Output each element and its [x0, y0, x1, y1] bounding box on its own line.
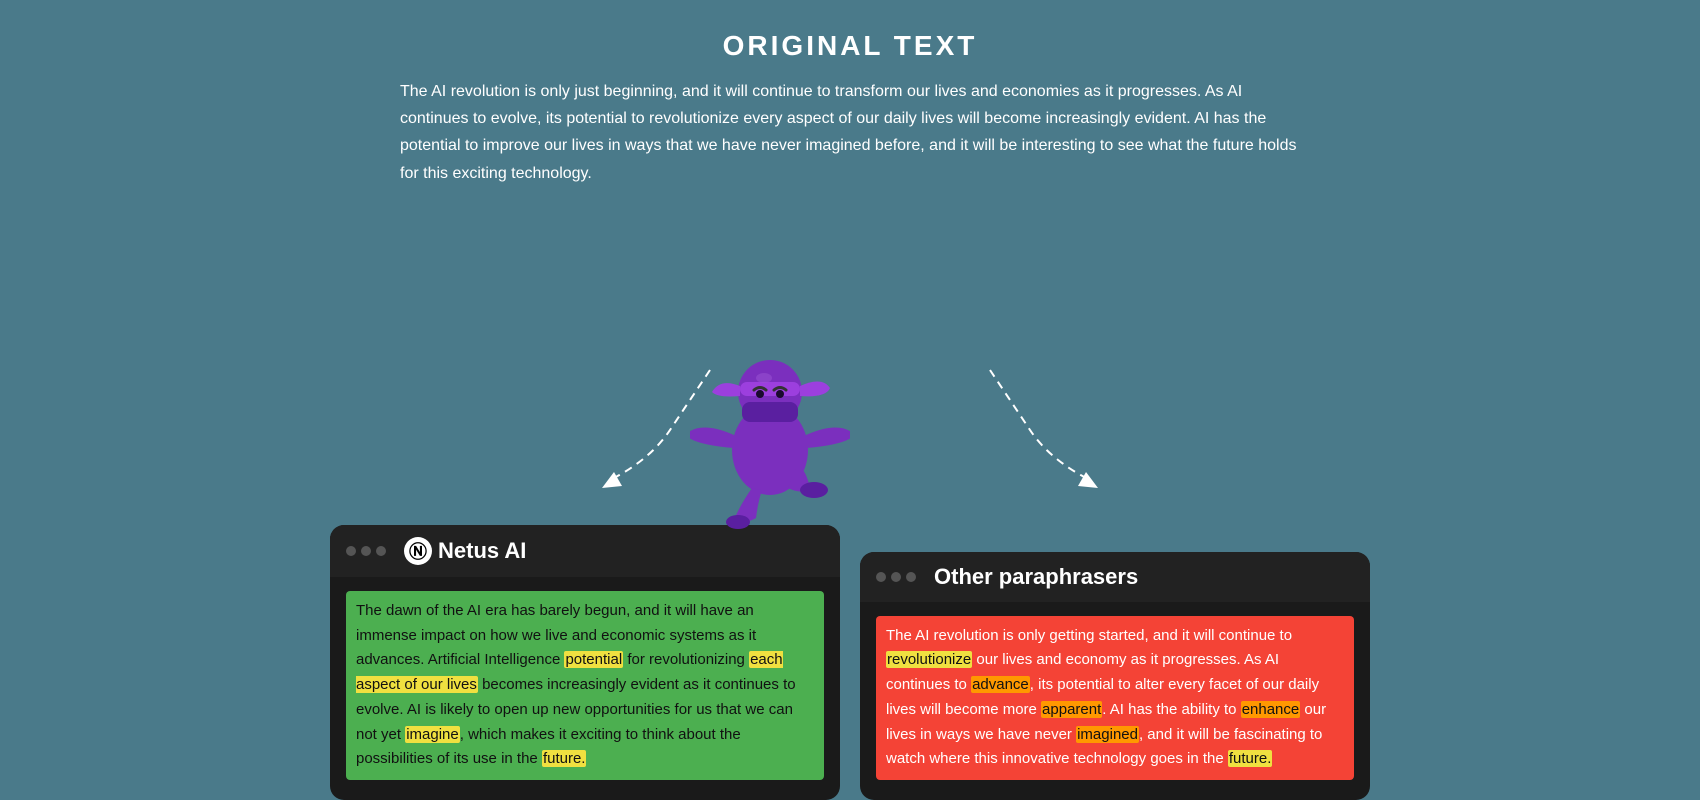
other-text-block: The AI revolution is only getting starte… — [876, 616, 1354, 781]
ninja-mascot — [690, 320, 850, 520]
highlight-advance: advance — [971, 676, 1030, 693]
panel-dots-netus — [346, 546, 386, 556]
dot-1 — [346, 546, 356, 556]
other-panel-content: The AI revolution is only getting starte… — [860, 602, 1370, 781]
arrow-right-icon — [970, 360, 1170, 490]
highlight-future-other: future. — [1228, 750, 1273, 767]
dot-6 — [906, 572, 916, 582]
dot-2 — [361, 546, 371, 556]
original-text: The AI revolution is only just beginning… — [400, 78, 1300, 187]
highlight-imagine: imagine — [405, 726, 460, 743]
dot-5 — [891, 572, 901, 582]
highlight-future-netus: future. — [542, 750, 587, 767]
highlight-enhance: enhance — [1241, 701, 1301, 718]
netus-logo-icon: Ⓝ — [404, 537, 432, 565]
other-title-text: Other paraphrasers — [934, 564, 1138, 590]
highlight-imagined: imagined — [1076, 726, 1139, 743]
dot-3 — [376, 546, 386, 556]
other-panel-header: Other paraphrasers — [860, 552, 1370, 602]
panel-dots-other — [876, 572, 916, 582]
netus-text-block: The dawn of the AI era has barely begun,… — [346, 591, 824, 780]
other-panel: Other paraphrasers The AI revolution is … — [860, 552, 1370, 800]
original-title: ORIGINAL TEXT — [400, 30, 1300, 62]
ninja-svg — [690, 320, 850, 530]
netus-panel: Ⓝ Netus AI The dawn of the AI era has ba… — [330, 525, 840, 800]
netus-title-text: Netus AI — [438, 538, 526, 564]
highlight-potential: potential — [564, 651, 623, 668]
netus-panel-content: The dawn of the AI era has barely begun,… — [330, 577, 840, 780]
highlight-revolutionize: revolutionize — [886, 651, 972, 668]
original-section: ORIGINAL TEXT The AI revolution is only … — [400, 0, 1300, 187]
netus-panel-title: Ⓝ Netus AI — [404, 537, 526, 565]
highlight-apparent: apparent — [1041, 701, 1102, 718]
panels-row: Ⓝ Netus AI The dawn of the AI era has ba… — [330, 525, 1370, 800]
page-container: ORIGINAL TEXT The AI revolution is only … — [0, 0, 1700, 800]
other-panel-title: Other paraphrasers — [934, 564, 1138, 590]
dot-4 — [876, 572, 886, 582]
netus-panel-header: Ⓝ Netus AI — [330, 525, 840, 577]
